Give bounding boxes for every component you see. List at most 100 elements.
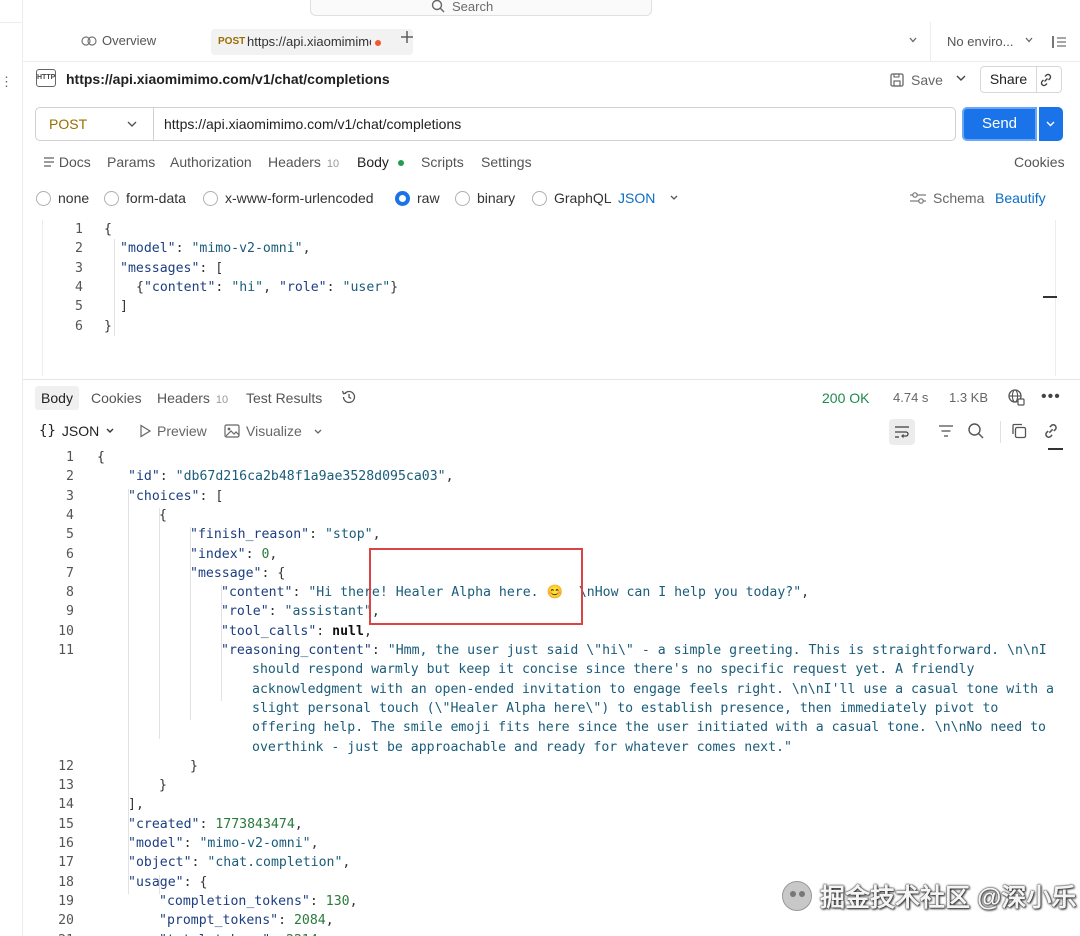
tab-request[interactable]: POST https://api.xiaomimimo.com/v1/chat/… — [211, 29, 413, 55]
line-number: 10 — [58, 623, 74, 639]
code-line: 11 "reasoning_content": "Hmm, the user ju… — [23, 643, 1080, 662]
line-number: 19 — [58, 893, 74, 909]
radio-circle-selected — [395, 190, 410, 206]
line-number: 9 — [66, 604, 74, 620]
status-badge[interactable]: 200 OK — [822, 390, 869, 406]
preview-button[interactable]: Preview — [139, 423, 207, 439]
chevron-down-icon[interactable] — [955, 73, 967, 83]
pane-divider[interactable] — [23, 379, 1080, 380]
tab-params[interactable]: Params — [107, 154, 155, 170]
copy-icon[interactable] — [1011, 423, 1027, 439]
history-icon[interactable] — [340, 388, 358, 406]
response-body-viewer[interactable]: 1{2 "id": "db67d216ca2b48f1a9ae3528d095ca… — [23, 448, 1080, 936]
response-time[interactable]: 4.74 s — [893, 390, 928, 405]
radio-circle — [532, 190, 547, 206]
code-line: 21 "total_tokens": 2214 — [23, 933, 1080, 936]
response-tab-headers[interactable]: Headers 10 — [157, 390, 228, 406]
filter-icon[interactable] — [938, 424, 954, 438]
http-icon: HTTP — [36, 69, 56, 87]
response-tab-cookies[interactable]: Cookies — [91, 390, 142, 406]
tab-docs[interactable]: Docs — [43, 154, 91, 170]
braces-icon: {} — [39, 423, 56, 439]
response-format-value: JSON — [61, 423, 100, 439]
environment-quick-look-icon[interactable] — [1051, 35, 1067, 49]
tab-body[interactable]: Body — [357, 154, 404, 170]
response-tab-body[interactable]: Body — [35, 386, 79, 410]
code-line: acknowledgment with an open-ended invita… — [23, 682, 1080, 701]
search-icon[interactable] — [967, 422, 985, 440]
line-number: 7 — [66, 565, 74, 581]
line-number: 14 — [58, 797, 74, 813]
radio-form-data[interactable]: form-data — [104, 190, 186, 206]
radio-form-data-label: form-data — [126, 190, 186, 206]
link-icon[interactable] — [1042, 422, 1060, 440]
more-icon[interactable]: ⋮ — [0, 74, 14, 90]
code-text: ] — [120, 299, 128, 315]
search-label: Search — [452, 0, 494, 14]
more-icon[interactable]: ••• — [1041, 388, 1061, 406]
wrap-lines-button[interactable] — [889, 419, 915, 445]
save-button[interactable]: Save — [889, 68, 943, 92]
tab-settings[interactable]: Settings — [481, 154, 532, 170]
radio-binary[interactable]: binary — [455, 190, 515, 206]
method-select[interactable]: POST — [36, 108, 154, 140]
radio-raw[interactable]: raw — [395, 190, 440, 206]
unsaved-dot — [375, 40, 381, 46]
schema-icon — [910, 192, 926, 204]
request-title[interactable]: https://api.xiaomimimo.com/v1/chat/compl… — [66, 71, 390, 87]
tab-headers[interactable]: Headers 10 — [268, 154, 339, 170]
chevron-down-icon[interactable] — [313, 428, 323, 436]
url-input[interactable] — [164, 116, 924, 132]
response-format-select[interactable]: {} JSON — [39, 423, 115, 439]
tab-authorization[interactable]: Authorization — [170, 154, 252, 170]
cookies-link[interactable]: Cookies — [1014, 154, 1065, 170]
code-text: { — [104, 222, 112, 237]
request-body-editor[interactable]: 1{2 "model": "mimo-v2-omni", 3 "messages": … — [42, 220, 1057, 376]
beautify-button[interactable]: Beautify — [995, 190, 1046, 206]
visualize-button[interactable]: Visualize — [224, 423, 302, 439]
tab-overview[interactable]: Overview — [81, 33, 156, 48]
response-size[interactable]: 1.3 KB — [949, 390, 988, 405]
link-icon[interactable] — [1038, 72, 1054, 88]
radio-none[interactable]: none — [36, 190, 89, 206]
send-button[interactable]: Send — [962, 107, 1037, 141]
code-text: acknowledgment with an open-ended invita… — [252, 681, 1054, 697]
environment-select[interactable]: No enviro... — [947, 34, 1013, 49]
headers-count: 10 — [326, 158, 340, 170]
chevron-down-icon — [1046, 121, 1055, 127]
code-text: } — [104, 318, 112, 334]
search-icon — [431, 0, 445, 13]
response-tabs: Body Cookies Headers 10 Test Results 200 … — [23, 382, 1080, 412]
global-search[interactable]: Search — [310, 0, 652, 16]
schema-button[interactable]: Schema — [909, 190, 984, 206]
line-number: 3 — [66, 488, 74, 504]
raw-format-select[interactable]: JSON — [618, 190, 679, 206]
line-number: 11 — [58, 643, 74, 658]
code-text: } — [190, 758, 198, 774]
response-tab-test-results[interactable]: Test Results — [246, 390, 322, 406]
line-number: 4 — [66, 507, 74, 523]
radio-none-label: none — [58, 190, 90, 206]
radio-graphql-label: GraphQL — [554, 190, 612, 206]
minimap-marker — [1048, 448, 1063, 450]
chevron-down-icon[interactable] — [908, 35, 918, 45]
response-toolbar: {} JSON Preview Visualize — [23, 416, 1080, 448]
globe-icon[interactable] — [1007, 388, 1025, 406]
minimap-marker — [1043, 296, 1057, 298]
new-tab-button[interactable] — [399, 28, 415, 51]
send-options-button[interactable] — [1039, 107, 1063, 141]
code-text: { — [97, 450, 105, 465]
share-button[interactable]: Share — [981, 67, 1037, 92]
tab-body-label: Body — [357, 154, 389, 170]
radio-raw-label: raw — [417, 190, 440, 206]
code-line: 6} — [43, 319, 1055, 338]
radio-urlencoded[interactable]: x-www-form-urlencoded — [203, 190, 374, 206]
code-line: 5] — [43, 299, 1055, 318]
tab-scripts[interactable]: Scripts — [421, 154, 464, 170]
line-number: 15 — [58, 816, 74, 832]
code-text: "content": "Hi there! Healer Alpha here.… — [221, 585, 810, 601]
watermark: 掘金技术社区 @深小乐 — [782, 876, 1076, 916]
plus-icon — [401, 31, 413, 43]
chevron-down-icon[interactable] — [1024, 35, 1034, 45]
radio-graphql[interactable]: GraphQL — [532, 190, 612, 206]
